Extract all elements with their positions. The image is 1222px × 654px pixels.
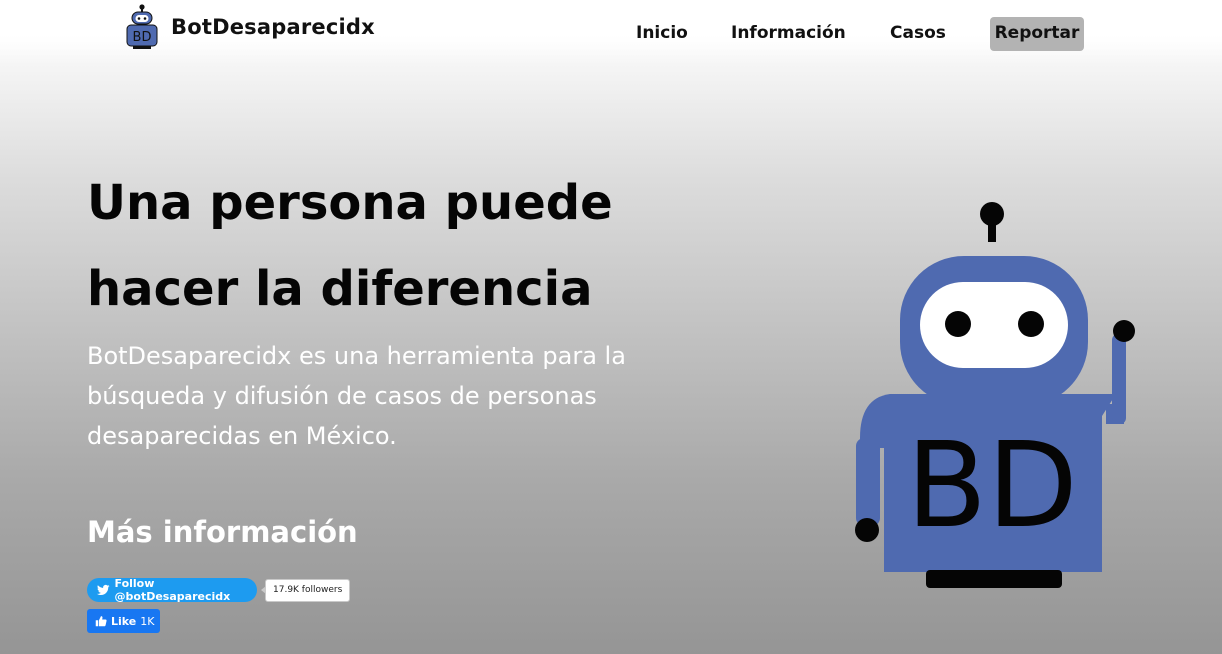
robot-right-eye xyxy=(1018,311,1044,337)
nav-link-reportar[interactable]: Reportar xyxy=(990,17,1084,51)
top-navbar: BD BotDesaparecidx Inicio Información Ca… xyxy=(0,0,1222,64)
facebook-like-button[interactable]: Like 1K xyxy=(87,609,160,633)
robot-base xyxy=(926,570,1062,588)
brand-link[interactable]: BD BotDesaparecidx xyxy=(124,3,375,51)
twitter-follow-button[interactable]: Follow @botDesaparecidx xyxy=(87,577,257,603)
robot-face-visor xyxy=(920,282,1068,368)
robot-antenna-ball xyxy=(980,202,1004,226)
robot-mascot-illustration: BD xyxy=(855,202,1135,588)
nav-link-casos[interactable]: Casos xyxy=(890,17,946,51)
twitter-followers-count[interactable]: 17.9K followers xyxy=(260,579,351,602)
robot-left-eye xyxy=(945,311,971,337)
facebook-like-label: Like xyxy=(111,614,137,628)
brand-name: BotDesaparecidx xyxy=(171,15,375,39)
twitter-follow-label: Follow @botDesaparecidx xyxy=(114,577,231,603)
robot-chest-label: BD xyxy=(906,416,1078,554)
robot-logo-icon: BD xyxy=(126,4,158,49)
hero-title-line-2: hacer la diferencia xyxy=(87,261,593,317)
facebook-like-count: 1K xyxy=(140,614,155,628)
hero-title: Una persona puede hacer la diferencia xyxy=(87,160,687,332)
nav-link-informacion[interactable]: Información xyxy=(731,17,846,51)
more-info-link[interactable]: Más información xyxy=(87,515,358,549)
hero-description: BotDesaparecidx es una herramienta para … xyxy=(87,342,626,450)
twitter-bird-icon xyxy=(97,584,110,596)
svg-text:BD: BD xyxy=(133,30,152,45)
thumbs-up-icon xyxy=(95,616,107,627)
robot-raised-hand xyxy=(1113,320,1135,342)
nav-link-inicio[interactable]: Inicio xyxy=(636,17,688,51)
hero-title-line-1: Una persona puede xyxy=(87,175,613,231)
robot-left-arm xyxy=(856,438,880,526)
robot-left-hand xyxy=(855,518,879,542)
